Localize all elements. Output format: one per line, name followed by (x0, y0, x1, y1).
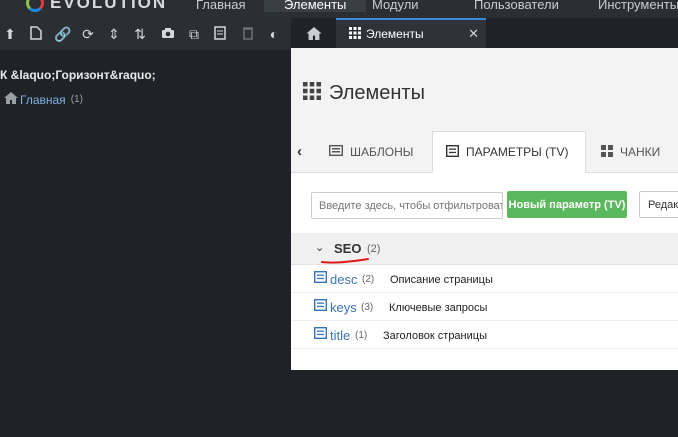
filter-input[interactable] (311, 192, 503, 219)
list-icon (313, 326, 328, 342)
list-icon (313, 298, 328, 314)
tv-name-link[interactable]: title (330, 328, 350, 343)
refresh-icon[interactable]: ⟳ (80, 26, 96, 42)
grid-icon (303, 82, 321, 105)
elements-page: Элементы ‹ ШАБЛОНЫ ПАРАМЕТРЫ (TV) ЧАНКИ … (291, 48, 678, 370)
tv-row[interactable]: keys (3) Ключевые запросы (291, 293, 678, 321)
tab-elements[interactable]: Элементы ✕ (336, 18, 486, 48)
template-icon (328, 144, 344, 159)
trash-icon[interactable] (240, 26, 256, 42)
camera-icon[interactable] (160, 26, 176, 42)
element-tabs: ‹ ШАБЛОНЫ ПАРАМЕТРЫ (TV) ЧАНКИ (291, 131, 678, 173)
logo-icon (26, 0, 44, 12)
home-tab[interactable] (291, 18, 336, 48)
chevron-down-icon[interactable]: ⌄ (315, 241, 324, 254)
tab-templates-label: ШАБЛОНЫ (350, 145, 414, 159)
nav-modules[interactable]: Модули (372, 0, 419, 12)
tv-count: (2) (362, 274, 375, 285)
grid-icon (349, 26, 361, 42)
tv-description: Заголовок страницы (383, 330, 487, 342)
close-icon[interactable]: ✕ (468, 26, 479, 42)
new-tv-button[interactable]: Новый параметр (TV) (507, 191, 627, 218)
nav-tools[interactable]: Инструменты (598, 0, 678, 12)
tv-count: (1) (355, 330, 368, 341)
chevron-left-icon[interactable]: ‹ (297, 143, 302, 160)
logo-text: EVOLUTION (50, 0, 168, 12)
home-icon (305, 26, 322, 40)
tv-panel: Новый параметр (TV) Редактировать ⌄ SEO … (291, 173, 678, 370)
page-title-text: Элементы (329, 82, 425, 104)
tab-tv-params[interactable]: ПАРАМЕТРЫ (TV) (432, 131, 586, 173)
tab-tv-params-label: ПАРАМЕТРЫ (TV) (466, 145, 569, 159)
tree-item-count: (1) (70, 94, 83, 105)
tv-description: Ключевые запросы (389, 302, 488, 314)
sidebar: ⬆ 🔗 ⟳ ⇕ ⇅ ⧉ ◐ К &laquo;Горизонт&raquo; Г… (0, 18, 291, 437)
tab-chunks[interactable]: ЧАНКИ (601, 131, 660, 173)
tv-row[interactable]: title (1) Заголовок страницы (291, 321, 678, 349)
chunks-icon (601, 144, 613, 160)
tv-name-link[interactable]: keys (330, 300, 357, 315)
tab-chunks-label: ЧАНКИ (620, 145, 661, 159)
nav-home[interactable]: Главная (196, 0, 245, 12)
nav-elements[interactable]: Элементы (264, 0, 367, 12)
copy-icon[interactable]: ⧉ (186, 26, 202, 42)
list-icon (445, 144, 460, 160)
list-icon (313, 270, 328, 286)
sort-icon[interactable]: ⇕ (106, 26, 122, 42)
logo[interactable]: EVOLUTION (26, 0, 167, 13)
tree-item-label: Главная (20, 92, 66, 107)
tv-name-link[interactable]: desc (330, 272, 357, 287)
top-navbar: EVOLUTION Главная Элементы Модули Пользо… (0, 0, 678, 18)
annotation-underline (321, 258, 369, 264)
new-document-icon[interactable] (28, 26, 44, 42)
tree-toolbar: ⬆ 🔗 ⟳ ⇕ ⇅ ⧉ ◐ (0, 18, 291, 50)
category-name: SEO (334, 241, 362, 256)
category-count: (2) (367, 243, 381, 255)
upload-icon[interactable]: ⬆ (2, 26, 18, 42)
tv-description: Описание страницы (390, 274, 493, 286)
link-icon[interactable]: 🔗 (54, 26, 71, 42)
tab-elements-label: Элементы (366, 27, 424, 41)
tv-count: (3) (361, 302, 374, 313)
page-title: Элементы (303, 82, 425, 105)
nav-users[interactable]: Пользователи (474, 0, 559, 12)
contrast-icon[interactable]: ◐ (266, 26, 282, 42)
sort-order-icon[interactable]: ⇅ (132, 26, 148, 42)
tab-bar: Элементы ✕ (291, 18, 678, 48)
tv-row[interactable]: desc (2) Описание страницы (291, 265, 678, 293)
tab-templates[interactable]: ШАБЛОНЫ (328, 131, 414, 173)
site-name[interactable]: К &laquo;Горизонт&raquo; (0, 68, 156, 82)
folder-icon[interactable] (212, 26, 228, 42)
main-area: Элементы ✕ Элементы ‹ ШАБЛОНЫ ПАРАМЕТРЫ … (291, 18, 678, 437)
tree-item-home[interactable]: Главная (1) (4, 92, 83, 107)
category-header[interactable]: ⌄ SEO (2) (291, 233, 678, 265)
edit-button[interactable]: Редактировать (639, 191, 678, 218)
home-icon (4, 92, 18, 107)
